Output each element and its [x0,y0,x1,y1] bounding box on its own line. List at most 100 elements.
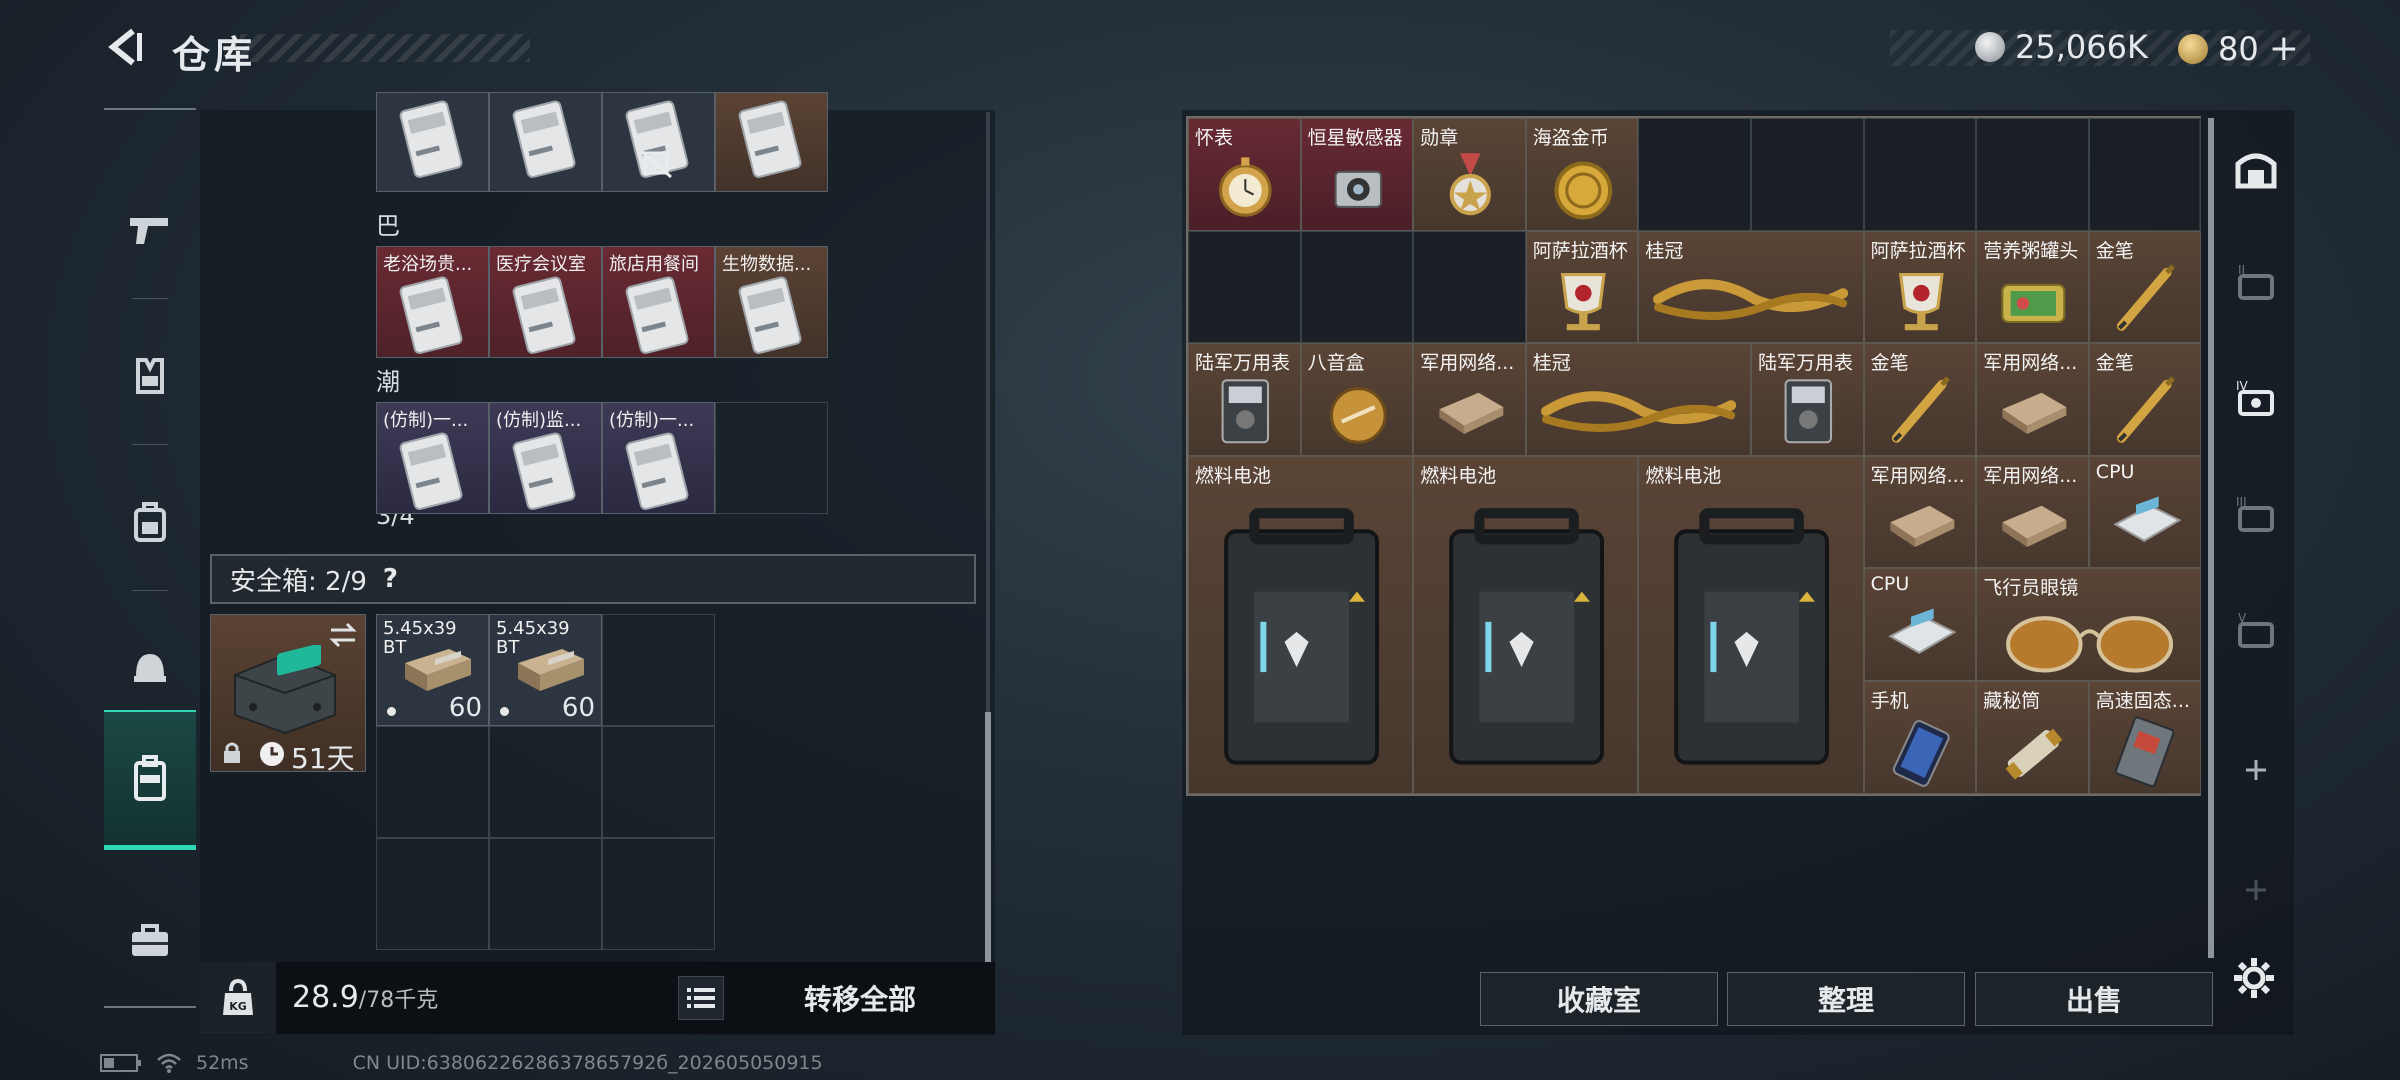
safebox-slot[interactable] [376,838,489,950]
keycard-name: 旅店用餐间 [609,254,699,275]
keycard-slot[interactable]: 生物数据... [715,246,828,358]
gold-balance[interactable]: 80 + [2178,28,2299,69]
warehouse-item-phone[interactable]: 手机 [1863,681,1977,794]
coin-balance[interactable]: 25,066K [1975,28,2148,66]
keycard-slot[interactable]: 旅店用餐间 [602,246,715,358]
transfer-all-button[interactable]: 转移全部 [740,976,980,1020]
safebox-slot[interactable] [602,614,715,726]
warehouse-tab[interactable] [2222,720,2290,820]
item-name: 桂冠 [1532,352,1571,375]
safebox-slot[interactable] [376,726,489,838]
collection-room-button[interactable]: 收藏室 [1480,972,1718,1026]
add-gold-button[interactable]: + [2269,28,2299,69]
warehouse-item-star-sensor[interactable]: 恒星敏感器 [1300,118,1414,231]
warehouse-empty-slot[interactable] [1188,230,1301,344]
warehouse-item-gold-pen-2[interactable]: 金笔 [1863,343,1977,456]
swap-icon[interactable] [327,621,359,649]
settings-gear-icon[interactable] [2232,956,2276,1000]
warehouse-item-ration-can[interactable]: 营养粥罐头 [1976,230,2089,344]
sell-button[interactable]: 出售 [1975,972,2213,1026]
safebox-slot[interactable] [489,726,602,838]
warehouse-item-pirate-coin[interactable]: 海盗金币 [1525,118,1639,231]
pen-icon [2116,376,2175,443]
item-name: 海盗金币 [1532,127,1609,149]
warehouse-empty-slot[interactable] [1300,230,1414,344]
warehouse-tab[interactable] [2222,118,2290,218]
nav-secure-case[interactable] [104,710,196,850]
organize-button[interactable]: 整理 [1727,972,1965,1026]
keycard-slot[interactable]: (仿制)一... [376,402,489,514]
keycard-slot[interactable] [489,92,602,192]
warehouse-item-net-3[interactable]: 军用网络... [1863,455,1977,569]
warehouse-item-laurel-2[interactable]: 桂冠 [1525,343,1751,456]
secure-case-slot[interactable]: 51天 [210,614,366,775]
safebox-slot[interactable] [489,838,602,950]
warehouse-item-battery-2[interactable]: 燃料电池 [1413,455,1639,794]
warehouse-item-cryptex[interactable]: 藏秘筒 [1976,681,2089,794]
warehouse-empty-slot[interactable] [1638,118,1751,231]
nav-divider [132,590,168,591]
inventory-scroll-thumb[interactable] [985,712,991,962]
warehouse-item-gold-pen-1[interactable]: 金笔 [2088,230,2202,344]
warehouse-tab[interactable]: IV [2222,350,2290,450]
ammo-slot[interactable]: 5.45x39 BT 60 [376,614,489,726]
nav-backpack[interactable] [104,452,196,592]
warehouse-tab[interactable]: III [2222,466,2290,566]
keycard-slot[interactable] [715,92,828,192]
warehouse-item-cup-2[interactable]: 阿萨拉酒杯 [1863,230,1977,344]
keycard-slot[interactable]: (仿制)监... [489,402,602,514]
nav-toolbox[interactable] [104,870,196,1010]
item-name: 军用网络... [1983,352,2078,375]
list-toggle-button[interactable] [678,976,724,1020]
list-icon [687,988,715,1008]
ammo-count: 60 [561,693,595,723]
warehouse-tab[interactable]: V [2222,582,2290,682]
warehouse-item-gold-pen-3[interactable]: 金笔 [2088,343,2202,456]
warehouse-empty-slot[interactable] [1751,118,1864,231]
warehouse-empty-slot[interactable] [1863,118,1977,231]
warehouse-tab[interactable]: II [2222,234,2290,334]
safebox-slot[interactable] [602,838,715,950]
item-name: 高速固态... [2095,690,2190,712]
keycard-slot[interactable] [602,92,715,192]
nav-weapons[interactable] [104,160,196,300]
warehouse-item-laurel-1[interactable]: 桂冠 [1638,230,1864,344]
warehouse-item-battery-1[interactable]: 燃料电池 [1188,455,1414,794]
svg-text:III: III [2236,495,2247,509]
ammo-slot[interactable]: 5.45x39 BT 60 [489,614,602,726]
page-title: 仓库 [172,33,257,77]
keycard-slot[interactable] [376,92,489,192]
warehouse-tab[interactable] [2222,840,2290,940]
safebox-help-button[interactable]: ? [383,564,398,594]
warehouse-item-cpu-2[interactable]: CPU [1863,568,1977,681]
warehouse-item-aviator-glasses[interactable]: 飞行员眼镜 [1976,568,2202,681]
back-button[interactable] [100,22,150,72]
multimeter-icon [1221,379,1270,444]
warehouse-item-army-watch-2[interactable]: 陆军万用表 [1751,343,1864,456]
warehouse-item-net-1[interactable]: 军用网络... [1413,343,1526,456]
warehouse-item-battery-3[interactable]: 燃料电池 [1638,455,1864,794]
warehouse-item-net-2[interactable]: 军用网络... [1976,343,2089,456]
warehouse-item-pocket-watch[interactable]: 怀表 [1188,118,1301,231]
warehouse-item-cpu-1[interactable]: CPU [2088,455,2202,569]
warehouse-item-music-box[interactable]: 八音盒 [1300,343,1414,456]
ammo-count: 60 [448,693,482,723]
warehouse-empty-slot[interactable] [1413,230,1526,344]
warehouse-item-army-watch-1[interactable]: 陆军万用表 [1188,343,1301,456]
warehouse-scrollbar[interactable] [2208,118,2214,958]
warehouse-empty-slot[interactable] [1976,118,2089,231]
safebox-slot[interactable] [602,726,715,838]
keycard-slot[interactable]: 老浴场贵... [376,246,489,358]
warehouse-item-cup-1[interactable]: 阿萨拉酒杯 [1525,230,1639,344]
clock-icon [260,742,284,766]
keycard-slot[interactable]: (仿制)一... [602,402,715,514]
warehouse-item-net-4[interactable]: 军用网络... [1976,455,2089,569]
warehouse-item-ssd[interactable]: 高速固态... [2088,681,2202,794]
item-name: 恒星敏感器 [1307,127,1403,149]
keycard-slot[interactable]: 医疗会议室 [489,246,602,358]
nav-armor[interactable] [104,306,196,446]
secure-case-days: 51天 [291,742,355,775]
warehouse-item-medal[interactable]: 勋章 [1413,118,1526,231]
warehouse-empty-slot[interactable] [2088,118,2202,231]
wifi-icon [157,1053,181,1073]
